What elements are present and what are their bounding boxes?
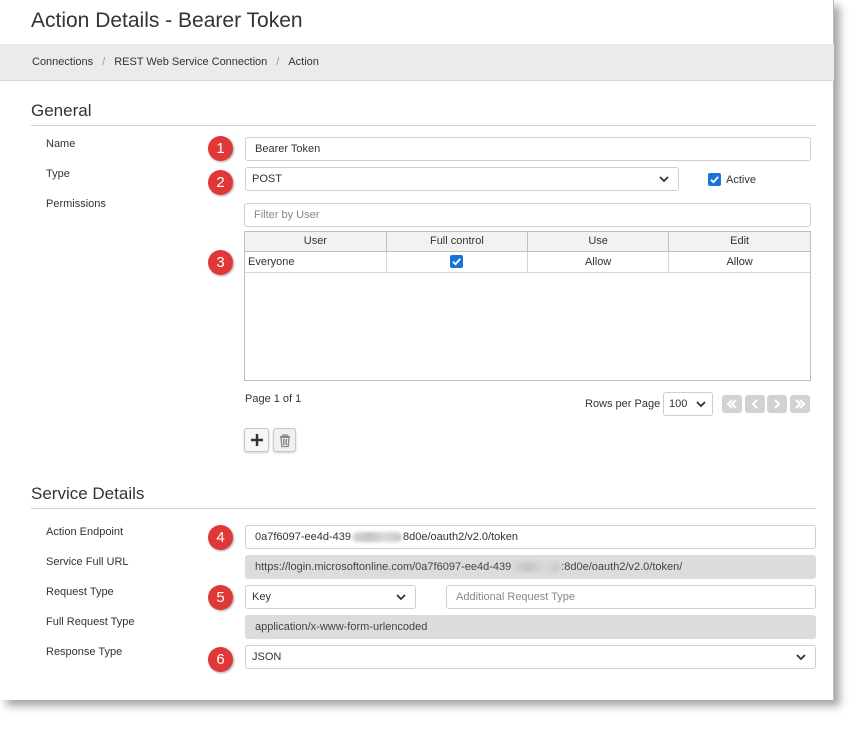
permissions-table: User Full control Use Edit Everyone Allo… bbox=[244, 231, 811, 381]
additional-request-type-input[interactable] bbox=[446, 585, 816, 609]
column-header-user[interactable]: User bbox=[245, 232, 387, 252]
breadcrumb: Connections / REST Web Service Connectio… bbox=[0, 44, 834, 81]
response-type-select[interactable]: JSON bbox=[245, 645, 816, 669]
response-type-label: Response Type bbox=[46, 646, 123, 658]
chevron-down-icon bbox=[396, 594, 406, 601]
page-title: Action Details - Bearer Token bbox=[31, 9, 303, 32]
first-page-button[interactable] bbox=[722, 395, 742, 413]
active-checkbox[interactable] bbox=[708, 173, 721, 186]
permissions-label: Permissions bbox=[46, 198, 106, 210]
rows-per-page-value: 100 bbox=[669, 398, 688, 410]
chevron-down-icon bbox=[659, 176, 669, 183]
column-header-use[interactable]: Use bbox=[527, 232, 670, 252]
callout-badge-1: 1 bbox=[208, 136, 233, 161]
endpoint-value-suffix: 8d0e/oauth2/v2.0/token bbox=[403, 531, 519, 543]
next-page-icon bbox=[774, 399, 781, 409]
last-page-icon bbox=[795, 399, 806, 409]
action-endpoint-input[interactable]: 0a7f6097-ee4d-439 8d0e/oauth2/v2.0/token bbox=[245, 525, 816, 549]
callout-badge-6: 6 bbox=[208, 647, 233, 672]
breadcrumb-action: Action bbox=[288, 56, 319, 68]
table-row[interactable]: Everyone Allow Allow bbox=[245, 251, 810, 273]
type-label: Type bbox=[46, 168, 70, 180]
full-url-suffix: :8d0e/oauth2/v2.0/token/ bbox=[561, 561, 683, 573]
type-select-value: POST bbox=[252, 173, 282, 185]
redacted-blur bbox=[512, 562, 561, 572]
breadcrumb-connections[interactable]: Connections bbox=[32, 56, 93, 68]
column-header-edit[interactable]: Edit bbox=[668, 232, 810, 252]
cell-edit[interactable]: Allow bbox=[668, 251, 810, 273]
active-label: Active bbox=[726, 173, 756, 186]
cell-full-control bbox=[386, 251, 529, 273]
cell-user: Everyone bbox=[245, 251, 387, 273]
column-header-full-control[interactable]: Full control bbox=[386, 232, 529, 252]
trash-icon bbox=[279, 433, 290, 447]
full-request-type-label: Full Request Type bbox=[46, 616, 135, 628]
callout-badge-2: 2 bbox=[208, 170, 233, 195]
next-page-button[interactable] bbox=[767, 395, 787, 413]
redacted-blur bbox=[352, 532, 403, 542]
full-url-prefix: https://login.microsoftonline.com/0a7f60… bbox=[255, 561, 512, 573]
checkmark-icon bbox=[710, 176, 719, 184]
full-control-checkbox[interactable] bbox=[450, 255, 464, 268]
prev-page-icon bbox=[751, 399, 758, 409]
rows-per-page-select[interactable]: 100 bbox=[663, 392, 713, 416]
name-label: Name bbox=[46, 138, 76, 150]
title-bar: Action Details - Bearer Token bbox=[0, 0, 834, 44]
active-toggle[interactable]: Active bbox=[708, 173, 756, 186]
response-type-value: JSON bbox=[252, 651, 282, 663]
service-full-url-label: Service Full URL bbox=[46, 556, 129, 568]
filter-user-input[interactable] bbox=[244, 203, 811, 227]
checkmark-icon bbox=[452, 258, 462, 266]
chevron-down-icon bbox=[696, 401, 706, 408]
add-permission-button[interactable] bbox=[244, 428, 269, 452]
service-full-url-value: https://login.microsoftonline.com/0a7f60… bbox=[245, 555, 816, 579]
page-info: Page 1 of 1 bbox=[245, 393, 302, 405]
breadcrumb-separator: / bbox=[276, 56, 280, 68]
cell-use[interactable]: Allow bbox=[527, 251, 670, 273]
chevron-down-icon bbox=[796, 654, 806, 661]
service-details-heading: Service Details bbox=[31, 484, 816, 509]
full-request-type-value: application/x-www-form-urlencoded bbox=[245, 615, 816, 639]
last-page-button[interactable] bbox=[790, 395, 810, 413]
breadcrumb-rest-connection[interactable]: REST Web Service Connection bbox=[114, 56, 267, 68]
plus-icon bbox=[250, 434, 263, 446]
callout-badge-4: 4 bbox=[208, 525, 233, 550]
name-input[interactable] bbox=[245, 137, 811, 161]
action-endpoint-label: Action Endpoint bbox=[46, 526, 124, 538]
callout-badge-5: 5 bbox=[208, 585, 233, 610]
rows-per-page-label: Rows per Page bbox=[585, 398, 661, 410]
request-type-label: Request Type bbox=[46, 586, 114, 598]
request-type-value: Key bbox=[252, 591, 271, 603]
delete-permission-button[interactable] bbox=[273, 428, 296, 452]
general-heading: General bbox=[31, 101, 816, 126]
endpoint-value-prefix: 0a7f6097-ee4d-439 bbox=[255, 531, 352, 543]
prev-page-button[interactable] bbox=[745, 395, 765, 413]
first-page-icon bbox=[726, 399, 737, 409]
request-type-select[interactable]: Key bbox=[245, 585, 416, 609]
breadcrumb-separator: / bbox=[102, 56, 106, 68]
action-details-panel: Action Details - Bearer Token Connection… bbox=[0, 0, 834, 700]
callout-badge-3: 3 bbox=[208, 250, 233, 275]
type-select[interactable]: POST bbox=[245, 167, 679, 191]
